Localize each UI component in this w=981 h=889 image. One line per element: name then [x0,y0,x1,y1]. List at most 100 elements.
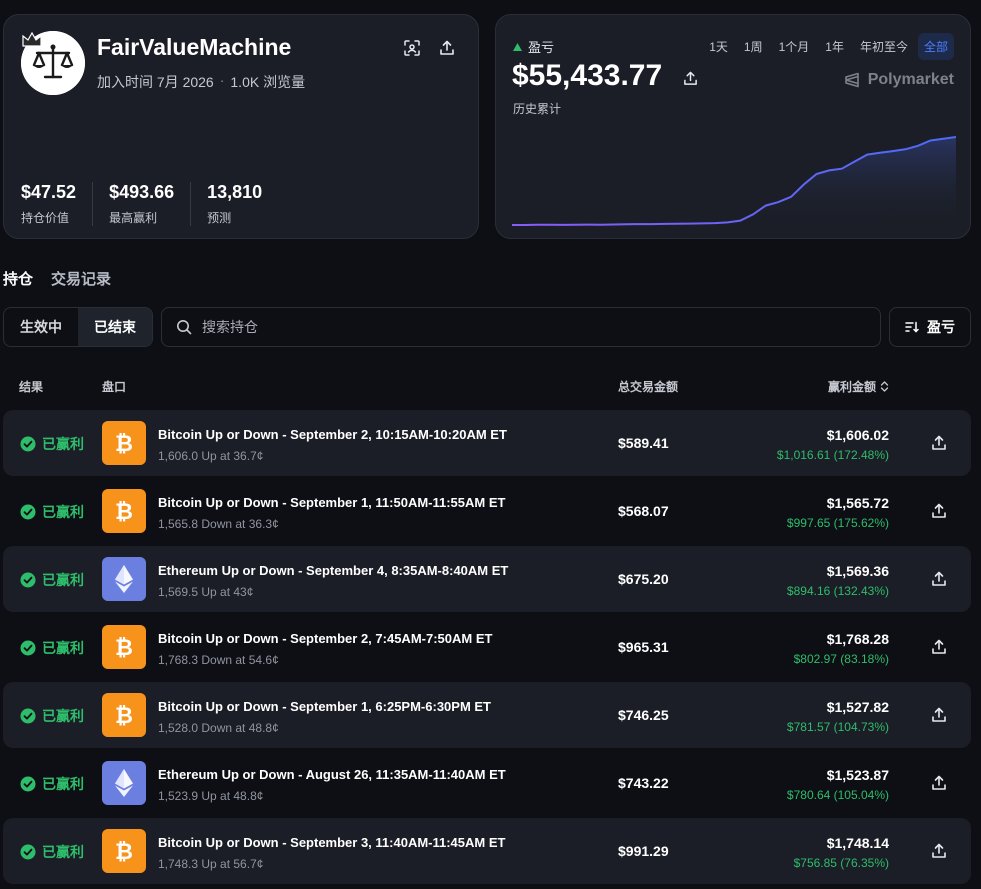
search-box [161,307,881,347]
position-detail: 1,768.3 Down at 54.6¢ [158,653,279,667]
range-option[interactable]: 1年 [819,33,850,60]
winnings-value: $1,606.02 [826,427,889,443]
share-position-button[interactable] [928,636,950,658]
share-icon [932,775,946,790]
stat-value: $47.52 [21,182,77,202]
scan-button[interactable] [401,37,423,59]
ethereum-icon [115,565,133,593]
bitcoin-icon: ₿ [115,432,133,456]
market-title[interactable]: Bitcoin Up or Down - September 2, 10:15A… [158,427,507,442]
market-title[interactable]: Bitcoin Up or Down - September 2, 7:45AM… [158,631,492,646]
share-position-button[interactable] [928,432,950,454]
stat-biggest-win: $493.66 最高赢利 [109,182,192,226]
profile-name: FairValueMachine [97,34,292,60]
bitcoin-icon: ₿ [115,840,133,864]
position-detail: 1,748.3 Up at 56.7¢ [158,857,264,871]
share-position-button[interactable] [928,568,950,590]
position-detail: 1,523.9 Up at 48.8¢ [158,789,264,803]
market-image[interactable]: ₿ [102,489,146,533]
check-circle-icon [20,436,36,452]
market-image[interactable] [102,761,146,805]
share-position-button[interactable] [928,772,950,794]
svg-text:₿: ₿ [115,636,133,660]
table-row[interactable]: 已赢利 ₿ Bitcoin Up or Down - September 2, 10… [3,410,971,476]
profile-stats: $47.52 持仓价值 $493.66 最高赢利 13,810 预测 [21,182,294,226]
table-row[interactable]: 已赢利 ₿ Bitcoin Up or Down - September 3, 11… [3,818,971,884]
share-position-button[interactable] [928,840,950,862]
check-circle-icon [20,776,36,792]
search-icon [177,320,192,335]
positions-list: 已赢利 ₿ Bitcoin Up or Down - September 2, 10… [3,410,971,886]
table-row[interactable]: 已赢利 Ethereum Up or Down - September 4, 8:… [3,546,971,612]
range-option[interactable]: 1个月 [773,33,816,60]
stat-predictions: 13,810 预测 [207,182,278,226]
scan-icon [404,40,420,56]
share-position-button[interactable] [928,704,950,726]
range-option[interactable]: 全部 [917,33,954,60]
winnings-value: $1,748.14 [826,835,889,851]
table-row[interactable]: 已赢利 ₿ Bitcoin Up or Down - September 1, 6:… [3,682,971,748]
filter-active[interactable]: 生效中 [4,308,78,346]
share-icon [932,571,946,586]
market-image[interactable] [102,557,146,601]
total-traded: $965.31 [618,639,669,655]
time-range-selector: 1天 1周 1个月 1年 年初至今 全部 [703,33,954,60]
total-traded: $746.25 [618,707,669,723]
profit-amount: $894.16 (132.43%) [786,584,889,598]
polymarket-icon [844,72,859,88]
filter-closed[interactable]: 已结束 [78,308,152,346]
bitcoin-icon: ₿ [115,500,133,524]
status-label: 已赢利 [42,572,84,588]
market-title[interactable]: Bitcoin Up or Down - September 1, 11:50A… [158,495,505,510]
brand-name: Polymarket [867,71,954,88]
market-image[interactable]: ₿ [102,829,146,873]
main-tabs: 持仓 交易记录 [3,268,111,289]
total-traded: $568.07 [618,503,669,519]
status-badge: 已赢利 [20,638,84,658]
check-circle-icon [20,640,36,656]
header-winnings-sort[interactable]: 赢利金额 [828,378,889,395]
range-option[interactable]: 1天 [703,33,734,60]
share-icon [932,639,946,654]
header-result: 结果 [19,380,44,394]
profile-meta: 加入时间 7月 2026 · 1.0K 浏览量 [97,72,305,92]
header-total: 总交易金额 [618,380,679,394]
table-header: 结果 盘口 总交易金额 赢利金额 [3,378,971,398]
share-icon [440,40,454,55]
profit-amount: $780.64 (105.04%) [786,788,889,802]
table-row[interactable]: 已赢利 ₿ Bitcoin Up or Down - September 1, 11… [3,478,971,544]
avatar[interactable] [21,31,85,95]
winnings-value: $1,527.82 [826,699,889,715]
search-input[interactable] [202,319,802,335]
market-title[interactable]: Bitcoin Up or Down - September 3, 11:40A… [158,835,505,850]
share-profile-button[interactable] [436,37,458,59]
tab-trade-history[interactable]: 交易记录 [51,268,111,289]
market-title[interactable]: Ethereum Up or Down - August 26, 11:35AM… [158,767,506,782]
pnl-label: 盈亏 [528,40,555,55]
meta-separator: · [219,72,225,88]
share-position-button[interactable] [928,500,950,522]
winnings-value: $1,569.36 [826,563,889,579]
market-title[interactable]: Bitcoin Up or Down - September 1, 6:25PM… [158,699,491,714]
total-traded: $589.41 [618,435,669,451]
market-title[interactable]: Ethereum Up or Down - September 4, 8:35A… [158,563,508,578]
svg-text:₿: ₿ [115,704,133,728]
tab-positions[interactable]: 持仓 [3,268,33,289]
market-image[interactable]: ₿ [102,625,146,669]
status-badge: 已赢利 [20,842,84,862]
winnings-value: $1,523.87 [826,767,889,783]
table-row[interactable]: 已赢利 Ethereum Up or Down - August 26, 11:3… [3,750,971,816]
svg-text:₿: ₿ [115,432,133,456]
sort-button[interactable]: 盈亏 [889,307,971,347]
check-circle-icon [20,708,36,724]
status-label: 已赢利 [42,844,84,860]
market-image[interactable]: ₿ [102,421,146,465]
stat-label: 预测 [207,211,232,225]
share-pnl-button[interactable] [679,67,701,89]
range-option[interactable]: 1周 [738,33,769,60]
check-circle-icon [20,844,36,860]
market-image[interactable]: ₿ [102,693,146,737]
position-detail: 1,606.0 Up at 36.7¢ [158,449,264,463]
range-option[interactable]: 年初至今 [854,33,914,60]
table-row[interactable]: 已赢利 ₿ Bitcoin Up or Down - September 2, 7:… [3,614,971,680]
